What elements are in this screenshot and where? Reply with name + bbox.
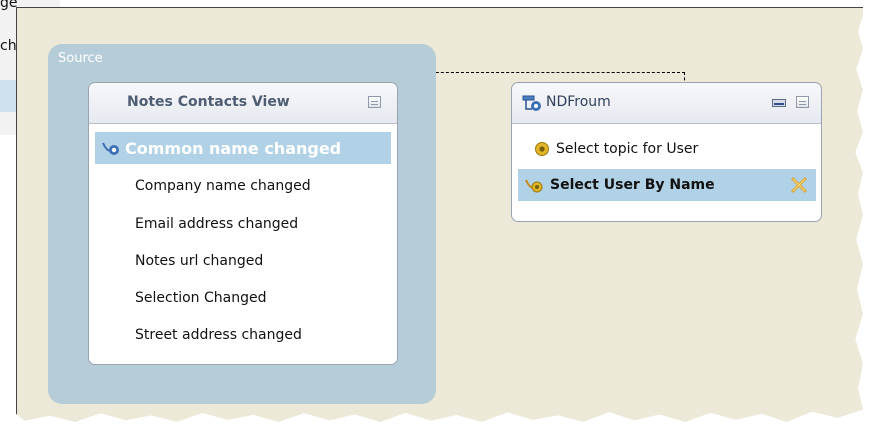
list-item-common-name-changed[interactable]: Common name changed: [95, 132, 391, 164]
view-header[interactable]: NDFroum: [512, 83, 821, 124]
list-item-company-name-changed[interactable]: Company name changed: [95, 170, 391, 202]
list-item-label: Notes url changed: [135, 253, 264, 269]
view-component-icon: [522, 95, 541, 111]
properties-icon[interactable]: [368, 96, 381, 108]
list-item-email-address-changed[interactable]: Email address changed: [95, 208, 391, 240]
list-item-label: Street address changed: [135, 327, 302, 343]
source-group-label: Source: [58, 51, 103, 66]
list-item-label: Select topic for User: [556, 141, 699, 157]
notes-contacts-view[interactable]: Notes Contacts View Common name changed …: [88, 82, 398, 365]
view-title: Notes Contacts View: [127, 94, 290, 110]
list-item-notes-url-changed[interactable]: Notes url changed: [95, 245, 391, 277]
ndfroum-view[interactable]: NDFroum Select topic for User Select Use…: [511, 82, 822, 222]
list-item-label: Email address changed: [135, 216, 299, 232]
background-label-top: ge: [0, 0, 18, 11]
delete-wire-icon[interactable]: [790, 176, 808, 194]
list-item-label: Select User By Name: [550, 177, 715, 193]
list-item-selection-changed[interactable]: Selection Changed: [95, 282, 391, 314]
minimize-icon[interactable]: [772, 99, 786, 107]
connector-action-icon: [525, 179, 543, 193]
wiring-canvas[interactable]: Source Notes Contacts View Common name c…: [16, 7, 863, 422]
list-item-label: Company name changed: [135, 178, 311, 194]
action-icon: [535, 142, 549, 156]
source-group[interactable]: Source Notes Contacts View Common name c…: [48, 44, 436, 404]
list-item-select-user-by-name[interactable]: Select User By Name: [518, 169, 816, 201]
list-item-select-topic-for-user[interactable]: Select topic for User: [518, 133, 816, 165]
background-label-mid: ch: [0, 38, 17, 54]
view-title: NDFroum: [546, 94, 611, 110]
list-item-label: Common name changed: [125, 138, 342, 158]
view-header[interactable]: Notes Contacts View: [89, 83, 397, 124]
connector-event-icon: [102, 142, 119, 155]
properties-icon[interactable]: [796, 96, 809, 108]
list-item-label: Selection Changed: [135, 290, 267, 306]
list-item-street-address-changed[interactable]: Street address changed: [95, 319, 391, 351]
